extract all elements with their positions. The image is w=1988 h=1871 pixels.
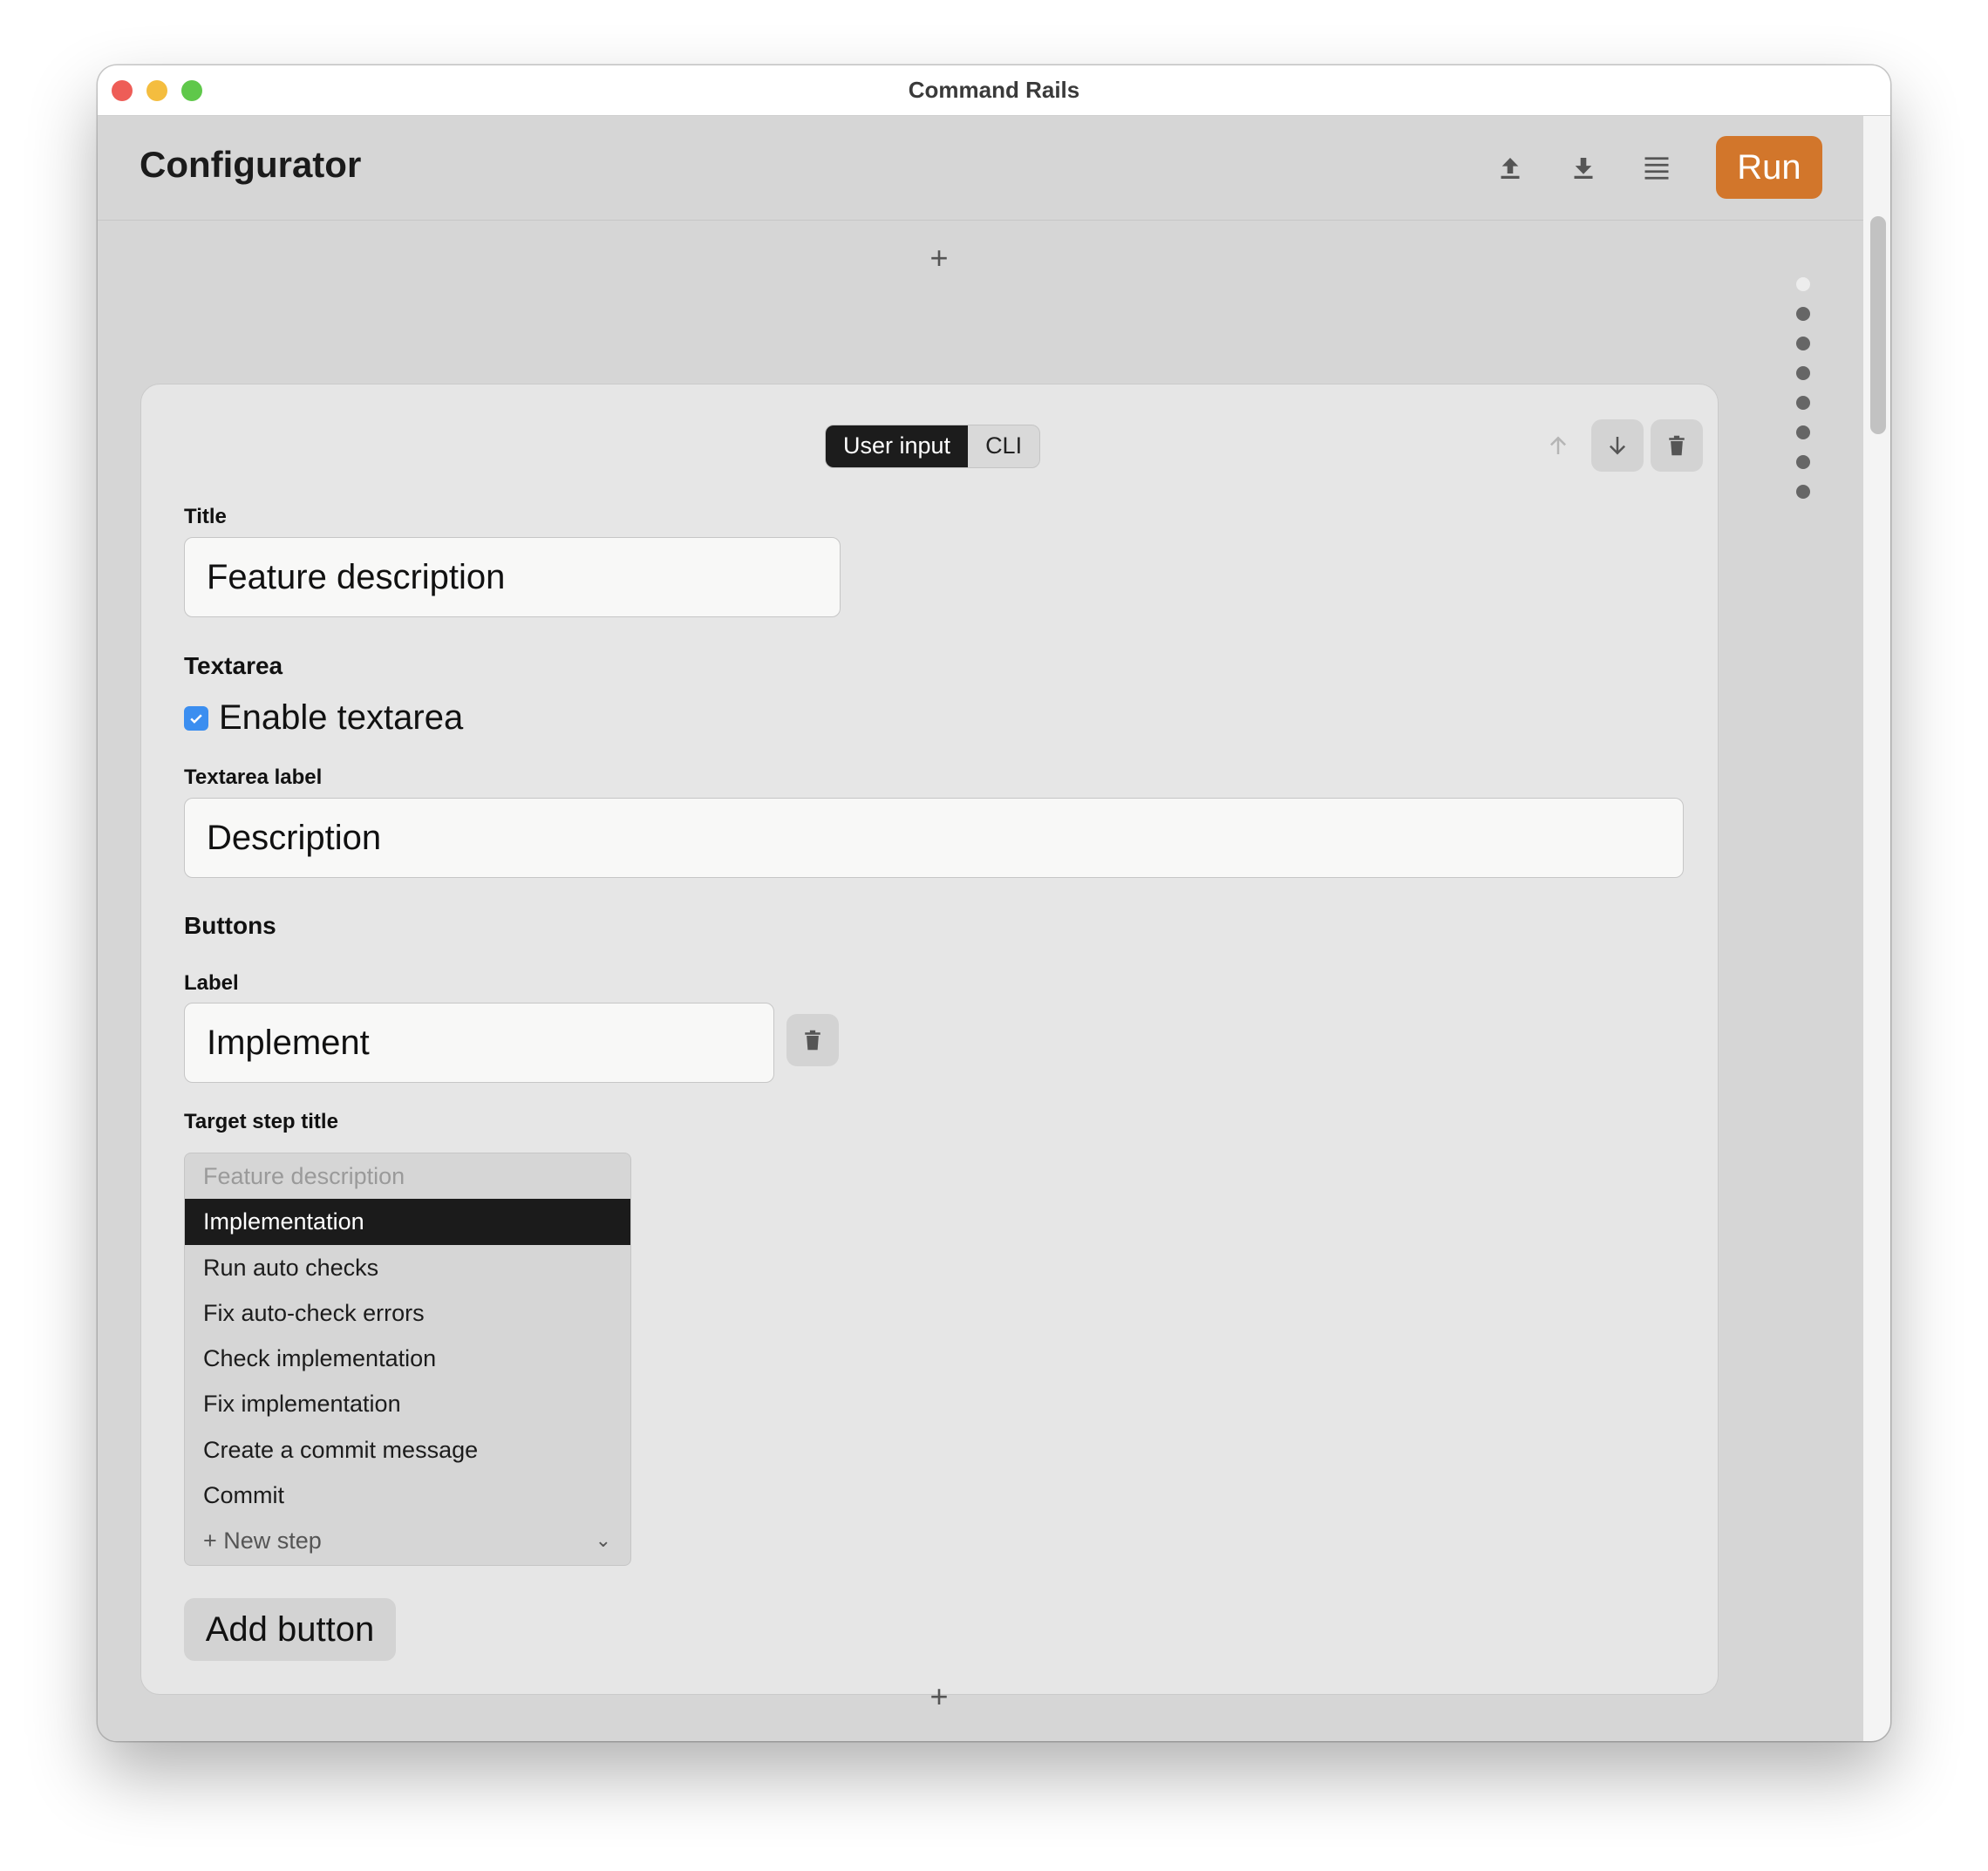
move-down-icon[interactable] [1591,419,1644,472]
step-dot[interactable] [1796,307,1810,321]
step-dot[interactable] [1796,425,1810,439]
list-option[interactable]: Fix implementation [185,1381,630,1426]
move-up-icon[interactable] [1532,419,1584,472]
delete-step-icon[interactable] [1651,419,1703,472]
textarea-label-input[interactable] [184,798,1684,878]
add-step-above-button[interactable]: + [913,236,965,280]
chevron-down-icon: ⌄ [595,1529,611,1552]
textarea-section-heading: Textarea [184,652,283,679]
window-title: Command Rails [908,77,1080,103]
run-button[interactable]: Run [1716,136,1822,199]
add-step-below-button[interactable]: + [913,1675,965,1718]
list-icon[interactable] [1637,149,1676,187]
button-label-input[interactable] [184,1003,774,1083]
app-window: Command Rails Configurator Run + User in… [98,65,1890,1741]
list-option: Feature description [203,1163,405,1189]
step-card: User input CLI Title Textarea Enable tex… [140,384,1719,1695]
upload-icon[interactable] [1491,149,1529,187]
new-step-label[interactable]: + New step [203,1527,322,1554]
add-button-button[interactable]: Add button [184,1598,396,1661]
tab-cli[interactable]: CLI [968,425,1039,467]
list-option-selected[interactable]: Implementation [185,1199,630,1245]
enable-textarea-label[interactable]: Enable textarea [219,698,463,738]
step-navigator [1796,277,1814,514]
title-field-label: Title [184,505,227,528]
list-option-new-step[interactable]: + New step ⌄ [185,1518,630,1563]
step-type-toggle: User input CLI [825,425,1041,468]
step-dot[interactable] [1796,396,1810,410]
button-label-field-label: Label [184,971,239,995]
textarea-label-field-label: Textarea label [184,765,323,789]
target-step-listbox[interactable]: Feature description Implementation Run a… [184,1153,631,1566]
list-option[interactable]: Commit [185,1473,630,1518]
list-option[interactable]: Check implementation [185,1336,630,1381]
list-option[interactable]: Run auto checks [185,1245,630,1290]
enable-textarea-row[interactable]: Enable textarea [184,698,463,738]
step-dot[interactable] [1796,337,1810,350]
step-dot[interactable] [1796,485,1810,499]
scrollbar[interactable] [1863,116,1890,1741]
app-header: Configurator Run [98,116,1863,221]
list-option[interactable]: Create a commit message [185,1427,630,1473]
title-input[interactable] [184,537,841,617]
scrollbar-thumb[interactable] [1870,216,1886,434]
tab-user-input[interactable]: User input [826,425,969,467]
step-dot[interactable] [1796,366,1810,380]
delete-button-icon[interactable] [786,1014,839,1066]
main-content: Configurator Run + User input CLI Title … [98,116,1863,1741]
target-step-field-label: Target step title [184,1110,338,1133]
step-dot[interactable] [1796,277,1810,291]
page-title: Configurator [140,144,362,185]
step-dot[interactable] [1796,455,1810,469]
buttons-section-heading: Buttons [184,912,276,939]
enable-textarea-checkbox[interactable] [184,705,208,731]
list-option[interactable]: Fix auto-check errors [185,1290,630,1336]
title-bar: Command Rails [98,65,1890,116]
download-icon[interactable] [1564,149,1603,187]
